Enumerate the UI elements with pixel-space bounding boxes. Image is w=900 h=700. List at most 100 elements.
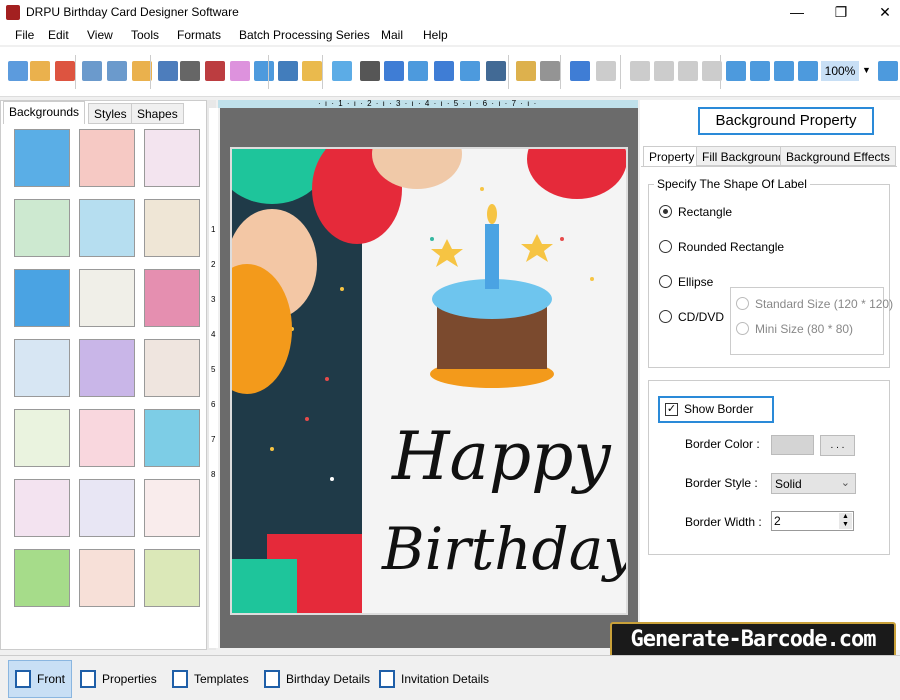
- minimize-button[interactable]: —: [774, 0, 820, 25]
- toolbar-separator: [620, 55, 621, 89]
- radio-mini-size[interactable]: [736, 322, 749, 335]
- save-as-icon[interactable]: [107, 61, 127, 81]
- paste-icon[interactable]: [678, 61, 698, 81]
- tab-background-effects[interactable]: Background Effects: [780, 146, 896, 166]
- database-icon[interactable]: [516, 61, 536, 81]
- card-text-birthday[interactable]: Birthday: [381, 515, 628, 583]
- watermark-icon[interactable]: [332, 61, 352, 81]
- new-icon[interactable]: [8, 61, 28, 81]
- redo-icon[interactable]: [596, 61, 616, 81]
- background-thumbnail[interactable]: [14, 409, 70, 467]
- background-thumbnail[interactable]: [79, 129, 135, 187]
- spinner-arrows-icon[interactable]: ▲ ▼: [839, 513, 852, 529]
- pen-icon[interactable]: [278, 61, 298, 81]
- layers-icon[interactable]: [205, 61, 225, 81]
- border-width-spinner[interactable]: 2 ▲ ▼: [771, 511, 854, 531]
- toolbar-separator: [508, 55, 509, 89]
- database-2-icon[interactable]: [540, 61, 560, 81]
- tab-properties[interactable]: Properties: [74, 660, 163, 698]
- border-color-browse-button[interactable]: . . .: [820, 435, 855, 456]
- tab-birthday-details[interactable]: Birthday Details: [258, 660, 376, 698]
- birthday-card[interactable]: Happy Birthday: [230, 147, 628, 615]
- copy-icon[interactable]: [654, 61, 674, 81]
- background-thumbnail[interactable]: [144, 269, 200, 327]
- background-thumbnail[interactable]: [144, 129, 200, 187]
- word-art-icon[interactable]: [408, 61, 428, 81]
- barcode-icon[interactable]: [360, 61, 380, 81]
- background-thumbnail[interactable]: [79, 479, 135, 537]
- delete-icon[interactable]: [702, 61, 722, 81]
- properties-icon[interactable]: [158, 61, 178, 81]
- zoom-level[interactable]: 100%: [821, 61, 859, 81]
- ruler-tick-label: 3: [211, 295, 216, 304]
- menu-formats[interactable]: Formats: [177, 28, 221, 42]
- gift-icon[interactable]: [230, 61, 250, 81]
- background-thumbnail[interactable]: [144, 549, 200, 607]
- background-thumbnail[interactable]: [14, 339, 70, 397]
- tab-fill-background[interactable]: Fill Background: [696, 146, 791, 166]
- image-icon[interactable]: [254, 61, 274, 81]
- toolbar-separator: [75, 55, 76, 89]
- menu-help[interactable]: Help: [423, 28, 448, 42]
- show-border-label: Show Border: [684, 402, 754, 416]
- background-thumbnail[interactable]: [14, 199, 70, 257]
- save-icon[interactable]: [82, 61, 102, 81]
- radio-ellipse[interactable]: [659, 275, 672, 288]
- fit-icon[interactable]: [774, 61, 794, 81]
- menu-batch-processing[interactable]: Batch Processing Series: [239, 28, 370, 42]
- border-width-label: Border Width :: [685, 515, 762, 529]
- background-thumbnail[interactable]: [144, 409, 200, 467]
- actual-size-icon[interactable]: [750, 61, 770, 81]
- tab-styles[interactable]: Styles: [88, 103, 133, 124]
- cut-icon[interactable]: [630, 61, 650, 81]
- zoom-out-icon[interactable]: [878, 61, 898, 81]
- radio-rectangle[interactable]: [659, 205, 672, 218]
- export-icon[interactable]: [132, 61, 152, 81]
- close-button[interactable]: ✕: [862, 0, 900, 25]
- background-thumbnail[interactable]: [144, 199, 200, 257]
- line-icon[interactable]: [486, 61, 506, 81]
- background-thumbnail[interactable]: [79, 339, 135, 397]
- border-style-select[interactable]: Solid ⌄: [771, 473, 856, 494]
- maximize-button[interactable]: ❐: [818, 0, 864, 25]
- tab-front[interactable]: Front: [8, 660, 73, 698]
- tab-invitation-details[interactable]: Invitation Details: [373, 660, 495, 698]
- menu-view[interactable]: View: [87, 28, 113, 42]
- undo-icon[interactable]: [570, 61, 590, 81]
- background-thumbnail[interactable]: [14, 479, 70, 537]
- tab-property[interactable]: Property: [643, 146, 701, 166]
- card-text-happy[interactable]: Happy: [391, 418, 611, 495]
- grid-icon[interactable]: [726, 61, 746, 81]
- background-thumbnail[interactable]: [144, 339, 200, 397]
- toolbar: 100% ▼: [0, 47, 900, 97]
- zoom-in-icon[interactable]: [798, 61, 818, 81]
- close-icon[interactable]: [55, 61, 75, 81]
- menu-edit[interactable]: Edit: [48, 28, 69, 42]
- open-icon[interactable]: [30, 61, 50, 81]
- background-thumbnail[interactable]: [144, 479, 200, 537]
- radio-cd-dvd[interactable]: [659, 310, 672, 323]
- background-thumbnail[interactable]: [14, 129, 70, 187]
- background-thumbnail[interactable]: [79, 409, 135, 467]
- shape-icon[interactable]: [302, 61, 322, 81]
- background-thumbnail[interactable]: [79, 269, 135, 327]
- print-icon[interactable]: [180, 61, 200, 81]
- menu-tools[interactable]: Tools: [131, 28, 159, 42]
- border-color-swatch[interactable]: [771, 435, 814, 455]
- text-icon[interactable]: [384, 61, 404, 81]
- show-border-checkbox[interactable]: ✓: [665, 403, 678, 416]
- menu-file[interactable]: File: [15, 28, 34, 42]
- background-thumbnail[interactable]: [79, 199, 135, 257]
- background-thumbnail[interactable]: [79, 549, 135, 607]
- background-thumbnail[interactable]: [14, 549, 70, 607]
- tab-templates[interactable]: Templates: [166, 660, 255, 698]
- radio-rounded-rectangle[interactable]: [659, 240, 672, 253]
- radio-standard-size[interactable]: [736, 297, 749, 310]
- tab-backgrounds[interactable]: Backgrounds: [3, 101, 86, 124]
- zoom-dropdown-icon[interactable]: ▼: [862, 65, 871, 75]
- email-icon[interactable]: [460, 61, 480, 81]
- menu-mail[interactable]: Mail: [381, 28, 403, 42]
- tab-shapes[interactable]: Shapes: [131, 103, 184, 124]
- signature-icon[interactable]: [434, 61, 454, 81]
- background-thumbnail[interactable]: [14, 269, 70, 327]
